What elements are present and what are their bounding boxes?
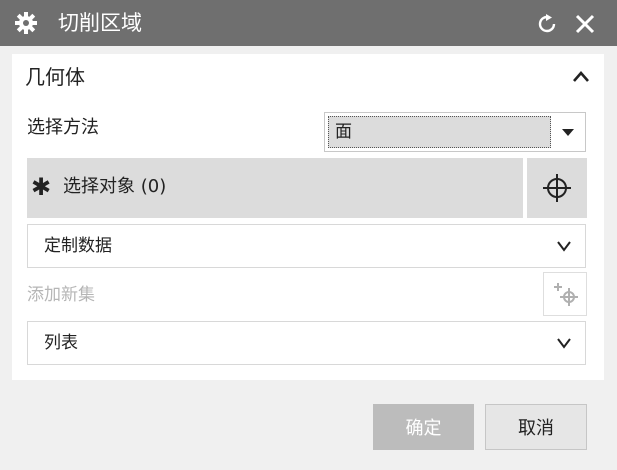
- refresh-icon[interactable]: [535, 12, 559, 36]
- select-object-label: 选择对象 (0): [63, 176, 167, 197]
- selection-method-select[interactable]: 面: [324, 112, 586, 152]
- ok-button[interactable]: 确定: [373, 404, 474, 450]
- required-asterisk-icon: ✱: [31, 173, 52, 201]
- close-icon[interactable]: [573, 12, 597, 36]
- selection-method-value: 面: [328, 116, 551, 148]
- geometry-panel: 几何体 选择方法 面 ✱ 选择对象 (0) 定制数据 添加新集 列表: [12, 54, 604, 380]
- crosshair-select-button[interactable]: [527, 158, 587, 218]
- chevron-down-icon: [557, 241, 571, 252]
- add-new-set-button[interactable]: [543, 272, 587, 316]
- title-bar: 切削区域: [0, 0, 617, 46]
- dropdown-arrow-icon: [562, 129, 574, 136]
- chevron-up-icon[interactable]: [570, 66, 592, 88]
- add-new-set-label: 添加新集: [27, 285, 95, 305]
- window-title: 切削区域: [58, 11, 142, 35]
- gear-icon: [15, 12, 37, 34]
- chevron-down-icon: [557, 338, 571, 349]
- add-crosshair-icon: [554, 283, 578, 306]
- list-label: 列表: [44, 333, 78, 353]
- cancel-button[interactable]: 取消: [485, 404, 587, 450]
- section-title: 几何体: [25, 65, 85, 89]
- crosshair-icon: [543, 174, 571, 202]
- select-object-row[interactable]: ✱ 选择对象 (0): [27, 158, 523, 218]
- custom-data-label: 定制数据: [44, 236, 112, 256]
- list-dropdown[interactable]: 列表: [27, 321, 586, 365]
- selection-method-label: 选择方法: [27, 117, 99, 138]
- custom-data-dropdown[interactable]: 定制数据: [27, 224, 586, 268]
